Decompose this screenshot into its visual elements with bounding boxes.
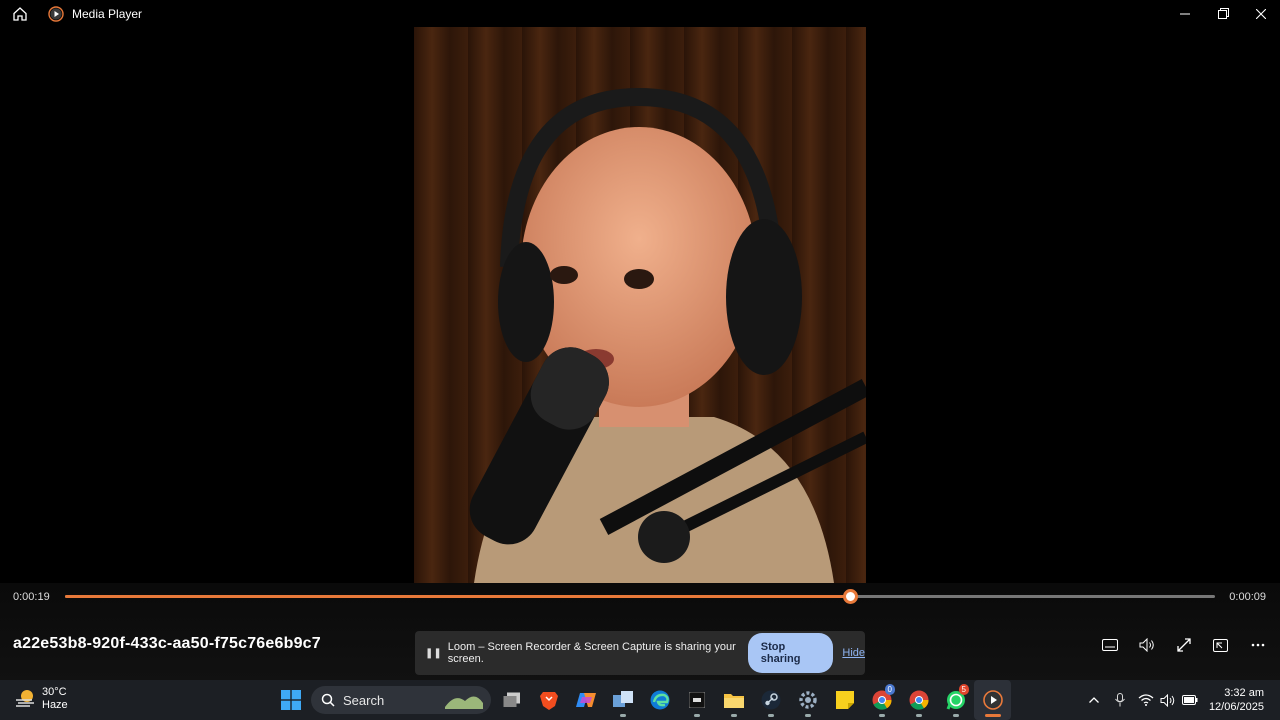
subtitles-icon (1101, 639, 1118, 651)
copilot-icon (575, 693, 596, 707)
media-title: a22e53b8-920f-433c-aa50-f75c76e6b9c7 (13, 635, 321, 652)
fullscreen-button[interactable] (1165, 633, 1202, 657)
volume-icon (1139, 638, 1154, 652)
weather-condition: Haze (42, 699, 68, 711)
running-indicator (984, 714, 1001, 717)
file-explorer-icon (723, 694, 744, 708)
media-player-icon (48, 5, 64, 22)
microphone-button[interactable] (1109, 680, 1131, 720)
chrome-button-1[interactable]: 0 (863, 680, 900, 720)
terminal-icon (688, 692, 705, 708)
chrome-badge: 0 (884, 684, 895, 695)
file-explorer-button[interactable] (715, 680, 752, 720)
maximize-button[interactable] (1204, 0, 1242, 27)
battery-button[interactable] (1179, 680, 1201, 720)
subtitles-button[interactable] (1091, 633, 1128, 657)
seek-bar-thumb[interactable] (843, 589, 859, 604)
remaining-time: 0:00:09 (1229, 591, 1266, 603)
steam-icon (761, 690, 780, 710)
weather-temp: 30°C (42, 686, 67, 698)
clock-date: 12/06/2025 (1208, 701, 1264, 713)
microphone-icon (1115, 693, 1125, 707)
miniplayer-icon (1213, 638, 1228, 652)
loom-sharing-banner: ❚❚ Loom – Screen Recorder & Screen Captu… (415, 631, 865, 675)
app-button-dark[interactable] (678, 680, 715, 720)
running-indicator (804, 714, 811, 717)
sticky-notes-icon (835, 691, 854, 709)
running-indicator (915, 714, 922, 717)
close-button[interactable] (1242, 0, 1280, 27)
copilot-button[interactable] (567, 680, 604, 720)
system-tray: 3:32 am 12/06/2025 (1083, 680, 1280, 720)
video-still-baby-with-microphone (469, 87, 866, 583)
media-player-icon (982, 690, 1003, 710)
volume-tray-button[interactable] (1157, 680, 1179, 720)
app-button-generic[interactable] (604, 680, 641, 720)
taskbar-clock[interactable]: 3:32 am 12/06/2025 (1209, 686, 1264, 714)
running-indicator (952, 714, 959, 717)
windows-start-icon (280, 690, 301, 710)
chevron-up-icon (1088, 697, 1099, 703)
whatsapp-button[interactable]: 5 (937, 680, 974, 720)
search-icon (321, 693, 335, 707)
edge-button[interactable] (641, 680, 678, 720)
seek-bar-progress (65, 595, 851, 598)
miniplayer-button[interactable] (1202, 633, 1239, 657)
wifi-icon (1138, 694, 1154, 706)
more-icon (1251, 643, 1264, 647)
show-hidden-icons-button[interactable] (1083, 680, 1105, 720)
home-button[interactable] (0, 0, 40, 27)
stop-sharing-button[interactable]: Stop sharing (747, 633, 834, 673)
chrome-icon (909, 690, 929, 710)
edge-icon (650, 690, 669, 710)
maximize-icon (1217, 8, 1229, 19)
running-indicator (730, 714, 737, 717)
media-player-taskbar-button[interactable] (974, 680, 1011, 720)
task-view-icon (503, 692, 520, 707)
title-bar: Media Player (0, 0, 1280, 27)
clock-time: 3:32 am (1224, 687, 1264, 699)
running-indicator (767, 714, 774, 717)
app-icon (612, 691, 633, 707)
steam-button[interactable] (752, 680, 789, 720)
running-indicator (878, 714, 885, 717)
close-icon (1256, 8, 1266, 19)
taskbar-search[interactable]: Search (311, 686, 491, 714)
loom-message: Loom – Screen Recorder & Screen Capture … (447, 641, 736, 665)
running-indicator (693, 714, 700, 717)
start-button[interactable] (272, 680, 309, 720)
sticky-notes-button[interactable] (826, 680, 863, 720)
minimize-button[interactable] (1166, 0, 1204, 27)
brave-icon (539, 692, 558, 710)
volume-icon (1160, 693, 1175, 707)
fullscreen-icon (1176, 638, 1191, 652)
network-button[interactable] (1135, 680, 1157, 720)
task-view-button[interactable] (493, 680, 530, 720)
app-title: Media Player (72, 6, 143, 21)
brave-button[interactable] (530, 680, 567, 720)
taskbar: 30°C Haze Search 0 5 3:32 am 12/06/2025 (0, 680, 1280, 720)
settings-icon (798, 691, 817, 709)
whatsapp-badge: 5 (958, 684, 969, 695)
more-options-button[interactable] (1239, 633, 1276, 657)
search-highlight-icon (445, 696, 483, 709)
search-label: Search (343, 692, 385, 708)
hide-link[interactable]: Hide (842, 647, 865, 659)
chrome-button-2[interactable] (900, 680, 937, 720)
running-indicator (619, 714, 626, 717)
minimize-icon (1180, 13, 1190, 14)
volume-button[interactable] (1128, 633, 1165, 657)
haze-weather-icon (16, 690, 34, 707)
video-area[interactable] (0, 27, 1280, 583)
elapsed-time: 0:00:19 (13, 591, 50, 603)
seek-bar[interactable] (65, 589, 1215, 604)
weather-widget[interactable]: 30°C Haze (14, 686, 68, 712)
battery-icon (1181, 695, 1198, 705)
video-frame[interactable] (414, 27, 866, 583)
home-icon (13, 6, 27, 21)
pause-icon[interactable]: ❚❚ (425, 648, 442, 659)
settings-button[interactable] (789, 680, 826, 720)
